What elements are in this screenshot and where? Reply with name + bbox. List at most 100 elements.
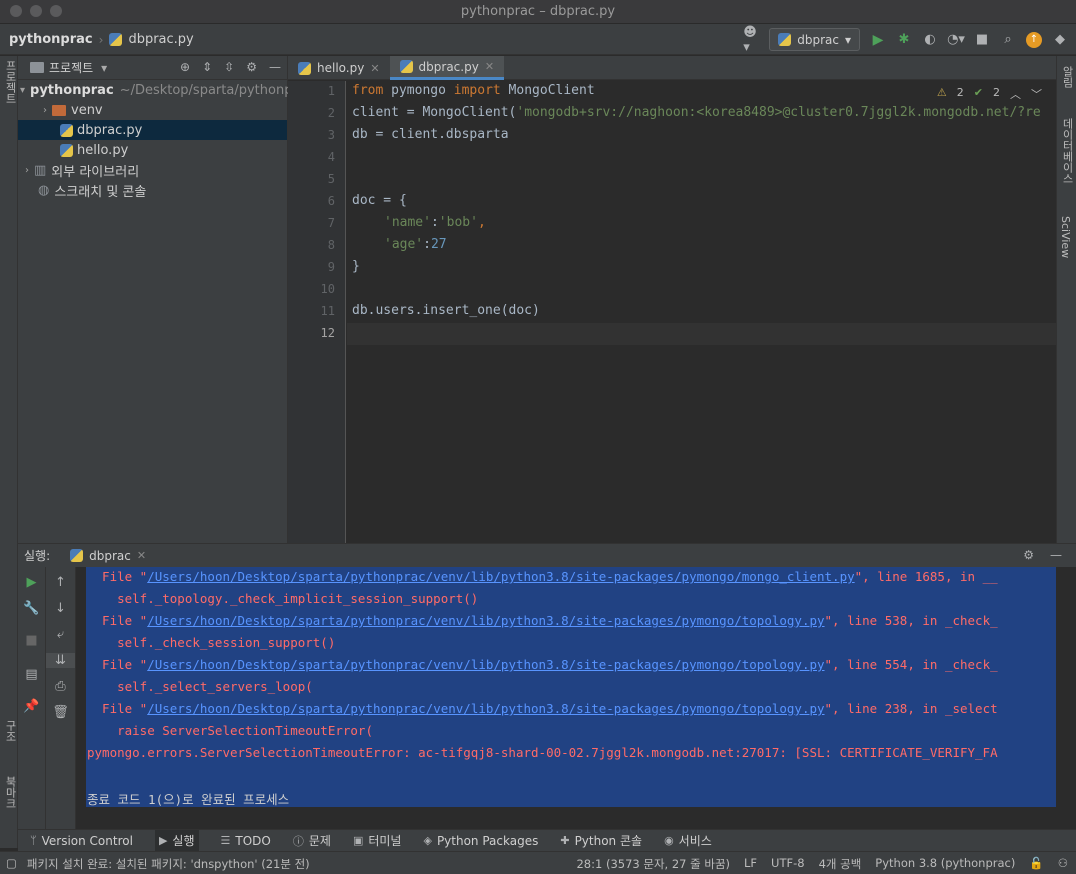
tool-run[interactable]: ▶ 실행 xyxy=(154,830,199,851)
tool-label: 실행 xyxy=(172,834,195,848)
rerun-icon[interactable]: ▶ xyxy=(18,575,45,590)
file-link[interactable]: /Users/hoon/Desktop/sparta/pythonprac/ve… xyxy=(147,657,824,672)
sciview-tool-button[interactable]: SciView xyxy=(1059,216,1072,258)
lock-icon[interactable]: 🔓 xyxy=(1029,856,1043,872)
console-text: ", line 538, in _check_ xyxy=(824,613,998,628)
file-link[interactable]: /Users/hoon/Desktop/sparta/pythonprac/ve… xyxy=(147,613,824,628)
user-icon[interactable]: ☻▾ xyxy=(743,25,759,55)
string-literal: 'mongodb+srv://naghoon:<korea8489>@clust… xyxy=(516,105,1041,120)
chevron-down-icon[interactable]: ▾ xyxy=(101,61,107,75)
caret-position[interactable]: 28:1 (3573 문자, 27 줄 바꿈) xyxy=(576,856,730,872)
keyword: from xyxy=(352,83,384,98)
close-icon[interactable]: ✕ xyxy=(485,60,494,73)
tree-item-external-libraries[interactable]: › ▥ 외부 라이브러리 xyxy=(18,160,287,180)
project-panel-title[interactable]: 프로젝트 xyxy=(49,59,93,76)
plugin-logo-icon[interactable]: ◆ xyxy=(1052,32,1068,48)
line-separator[interactable]: LF xyxy=(744,856,757,872)
stop-icon[interactable]: ■ xyxy=(18,633,45,648)
soft-wrap-icon[interactable]: ⤶ xyxy=(46,627,75,642)
close-icon[interactable]: ✕ xyxy=(370,62,379,75)
tool-terminal[interactable]: ▣ 터미널 xyxy=(353,832,402,849)
code-editor[interactable]: 1 2 3 4 5 6 7 8 9 10 11 12 from pymongo … xyxy=(288,81,1056,543)
chevron-down-icon: ▾ xyxy=(844,32,851,47)
line-number-gutter: 1 2 3 4 5 6 7 8 9 10 11 12 xyxy=(288,81,346,543)
structure-tool-button[interactable]: 구조 xyxy=(2,720,18,742)
status-panel-icon[interactable]: ▢ xyxy=(6,856,17,872)
tree-item-dbprac[interactable]: dbprac.py xyxy=(18,120,287,140)
problems-icon: ⓘ xyxy=(292,834,304,848)
hide-icon[interactable]: — xyxy=(1050,548,1062,562)
stop-icon[interactable]: ■ xyxy=(974,32,990,48)
layout-icon[interactable]: ▤ xyxy=(18,667,45,682)
python-file-icon xyxy=(60,123,73,137)
number-literal: 27 xyxy=(430,237,447,252)
collapse-all-icon[interactable]: ⇳ xyxy=(224,60,234,74)
tab-dbprac[interactable]: dbprac.py ✕ xyxy=(389,56,505,80)
file-link[interactable]: /Users/hoon/Desktop/sparta/pythonprac/ve… xyxy=(147,701,824,716)
chevron-down-icon[interactable]: ▾ xyxy=(20,85,25,96)
database-tool-button[interactable]: 데이터베이스 xyxy=(1059,118,1075,184)
status-message[interactable]: 패키지 설치 완료: 설치된 패키지: 'dnspython' (21분 전) xyxy=(27,856,310,872)
gear-icon[interactable]: ⚙ xyxy=(246,60,257,74)
chevron-up-icon[interactable]: ︿ xyxy=(1010,86,1021,102)
hide-icon[interactable]: — xyxy=(269,60,281,74)
bookmarks-tool-button[interactable]: 북마크 xyxy=(2,776,18,809)
project-tool-button[interactable]: 프로젝트 xyxy=(2,60,18,104)
debug-icon[interactable]: ✱ xyxy=(896,32,912,48)
arrow-down-icon[interactable]: ↓ xyxy=(46,601,75,616)
run-toolbar: ☻▾ dbprac ▾ ▶ ✱ ◐ ◔▾ ■ ⌕ ↑ ◆ xyxy=(743,25,1068,55)
expand-all-icon[interactable]: ⇕ xyxy=(202,60,212,74)
tab-hello[interactable]: hello.py ✕ xyxy=(288,56,390,80)
tool-todo[interactable]: ☰ TODO xyxy=(221,834,271,848)
inspector-icon[interactable]: ⚇ xyxy=(1058,856,1068,872)
run-configuration-select[interactable]: dbprac ▾ xyxy=(769,28,860,51)
tool-python-packages[interactable]: ◈ Python Packages xyxy=(423,834,538,848)
tree-item-label: 스크래치 및 콘솔 xyxy=(54,184,147,200)
gear-icon[interactable]: ⚙ xyxy=(1023,548,1034,562)
scratch-icon: ◍ xyxy=(38,182,50,198)
chevron-down-icon[interactable]: ﹀ xyxy=(1031,86,1042,102)
indent-setting[interactable]: 4개 공백 xyxy=(819,856,862,872)
inspection-widget[interactable]: ⚠ 2 ✔ 2 ︿ ﹀ xyxy=(937,86,1042,102)
tree-item-scratches[interactable]: ◍ 스크래치 및 콘솔 xyxy=(18,180,287,200)
file-encoding[interactable]: UTF-8 xyxy=(771,856,805,872)
tree-item-venv[interactable]: › venv xyxy=(18,100,287,120)
locate-icon[interactable]: ⊕ xyxy=(180,60,190,74)
tree-root[interactable]: ▾ pythonprac ~/Desktop/sparta/pythonprac xyxy=(18,80,313,100)
update-icon[interactable]: ↑ xyxy=(1026,31,1042,48)
console-text: File " xyxy=(87,657,148,672)
pin-icon[interactable]: 📌 xyxy=(18,699,45,714)
chevron-right-icon[interactable]: › xyxy=(20,165,34,176)
class-name: MongoClient xyxy=(500,83,595,98)
chevron-right-icon[interactable]: › xyxy=(38,105,52,116)
tree-item-hello[interactable]: hello.py xyxy=(18,140,287,160)
code-text: : xyxy=(430,215,439,230)
wrench-icon[interactable]: 🔧 xyxy=(18,601,45,616)
trash-icon[interactable]: 🗑 xyxy=(46,705,75,720)
breadcrumb-project[interactable]: pythonprac xyxy=(9,32,93,47)
interpreter-select[interactable]: Python 3.8 (pythonprac) xyxy=(875,856,1015,872)
tool-services[interactable]: ◉ 서비스 xyxy=(664,832,712,849)
arrow-up-icon[interactable]: ↑ xyxy=(46,575,75,590)
print-icon[interactable]: ⎙ xyxy=(46,679,75,694)
close-icon[interactable]: ✕ xyxy=(137,549,146,562)
notifications-tool-button[interactable]: 알림 xyxy=(1059,66,1075,88)
tool-version-control[interactable]: ᛘ Version Control xyxy=(30,834,133,848)
run-icon[interactable]: ▶ xyxy=(870,32,886,48)
weak-warning-count: 2 xyxy=(993,86,1000,99)
run-tab[interactable]: dbprac ✕ xyxy=(62,549,146,563)
root-name: pythonprac xyxy=(30,82,114,98)
breadcrumb-file[interactable]: dbprac.py xyxy=(128,32,193,47)
coverage-icon[interactable]: ◐ xyxy=(922,32,938,48)
search-icon[interactable]: ⌕ xyxy=(1000,32,1016,48)
tool-problems[interactable]: ⓘ 문제 xyxy=(293,832,331,849)
console-text: ", line 554, in _check_ xyxy=(824,657,998,672)
tool-python-console[interactable]: ✚ Python 콘솔 xyxy=(560,832,642,849)
profile-icon[interactable]: ◔▾ xyxy=(947,32,965,48)
scroll-to-end-icon[interactable]: ⇊ xyxy=(46,653,75,668)
run-console[interactable]: File "/Users/hoon/Desktop/sparta/pythonp… xyxy=(76,567,1056,807)
file-link[interactable]: /Users/hoon/Desktop/sparta/pythonprac/ve… xyxy=(147,569,854,584)
root-path: ~/Desktop/sparta/pythonprac xyxy=(119,82,313,98)
code-text: , xyxy=(477,215,486,230)
run-panel-header: 실행: dbprac ✕ ⚙ — xyxy=(18,543,1076,567)
